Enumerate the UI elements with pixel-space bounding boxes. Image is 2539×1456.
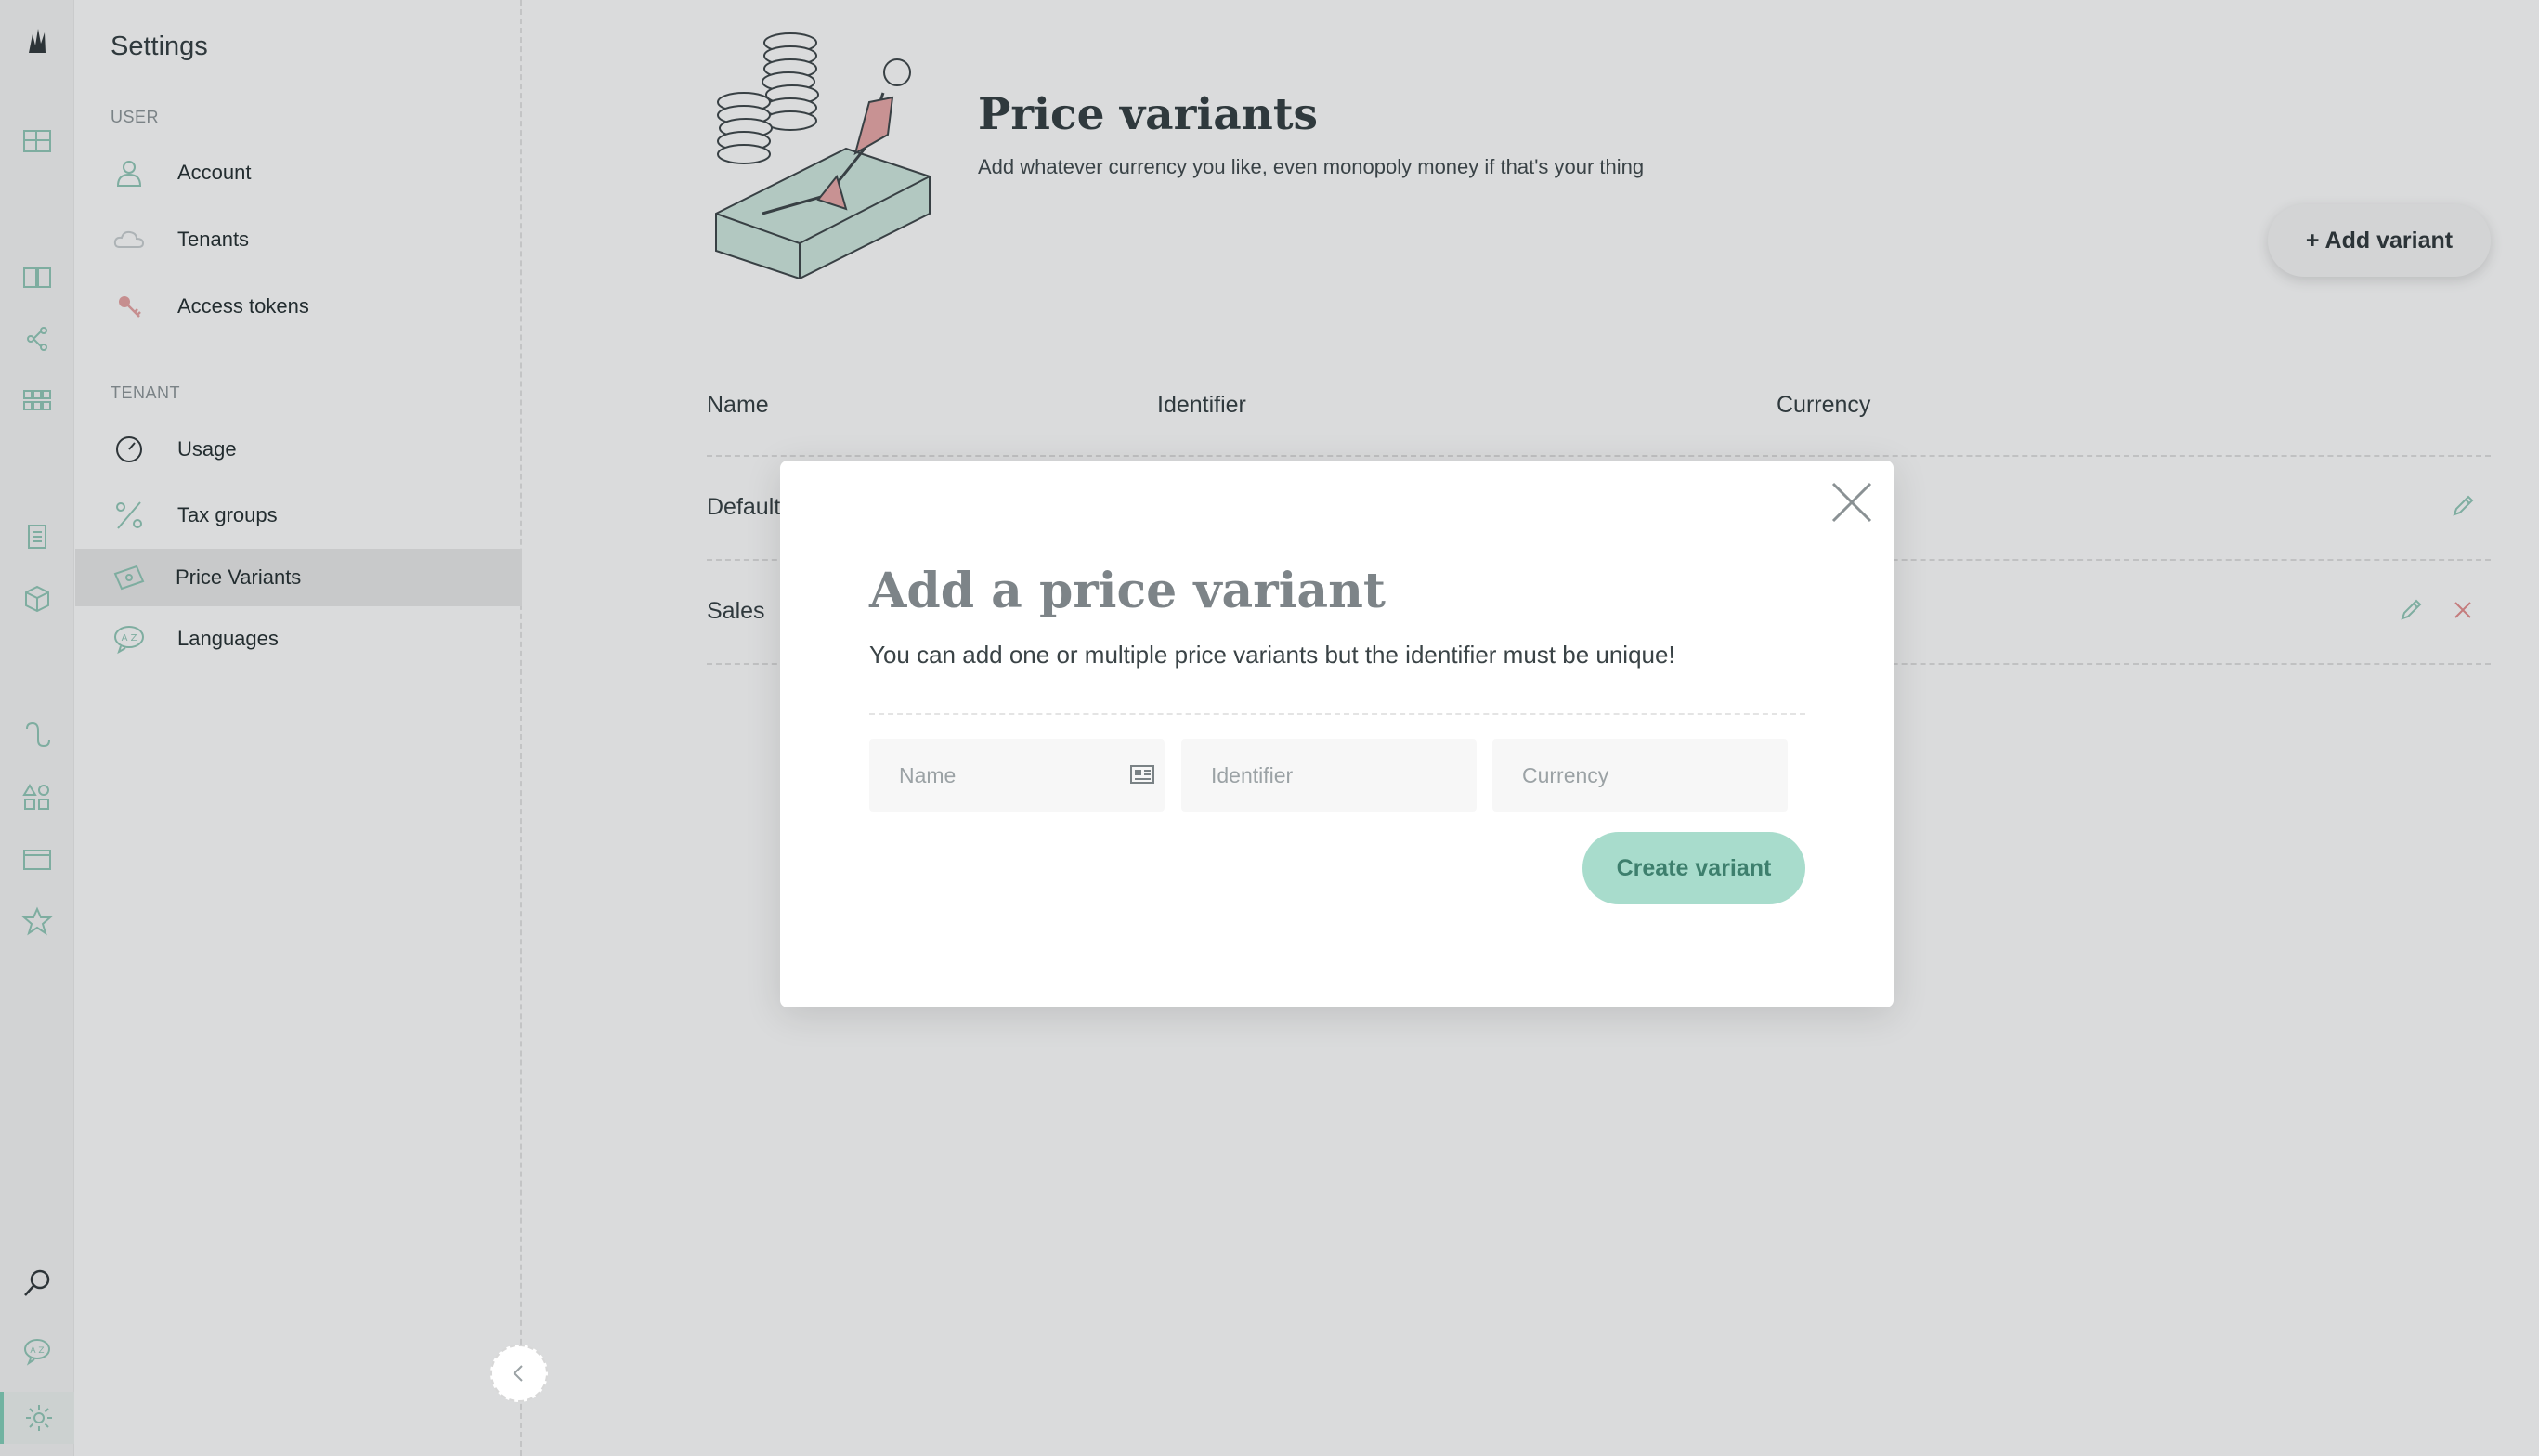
currency-input[interactable] [1492, 739, 1788, 812]
close-icon [1831, 482, 1872, 523]
contact-card-icon [1130, 765, 1154, 784]
modal-title: Add a price variant [869, 563, 1386, 619]
currency-field[interactable] [1492, 739, 1788, 812]
name-input[interactable] [869, 739, 1165, 812]
chevron-left-icon [513, 1365, 523, 1382]
identifier-field[interactable] [1181, 739, 1477, 812]
identifier-input[interactable] [1181, 739, 1477, 812]
close-button[interactable] [1829, 479, 1875, 526]
modal-divider [869, 713, 1805, 715]
modal-description: You can add one or multiple price varian… [869, 641, 1675, 669]
add-price-variant-modal: Add a price variant You can add one or m… [780, 461, 1894, 1008]
create-variant-button[interactable]: Create variant [1582, 832, 1805, 904]
name-field[interactable] [869, 739, 1165, 812]
collapse-sidebar-button[interactable] [490, 1345, 548, 1402]
